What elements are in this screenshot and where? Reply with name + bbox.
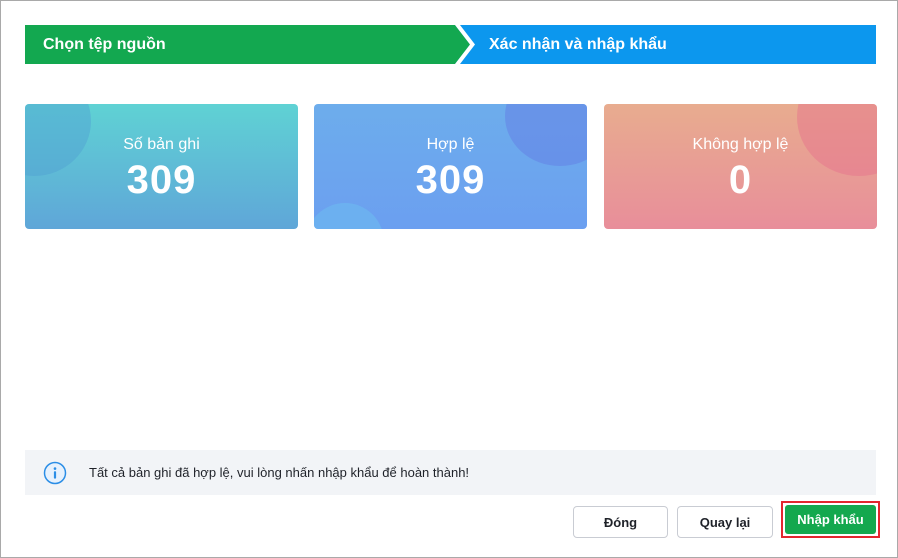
import-stepper: Chọn tệp nguồn Xác nhận và nhập khẩu bbox=[25, 25, 876, 64]
decorative-circle bbox=[505, 104, 587, 166]
info-message-text: Tất cả bản ghi đã hợp lệ, vui lòng nhấn … bbox=[89, 465, 470, 480]
import-button-highlight: Nhập khẩu bbox=[781, 501, 880, 538]
import-button[interactable]: Nhập khẩu bbox=[785, 505, 876, 534]
info-icon bbox=[43, 461, 67, 484]
total-records-card: Số bản ghi 309 bbox=[25, 104, 298, 229]
info-message-bar: Tất cả bản ghi đã hợp lệ, vui lòng nhấn … bbox=[25, 450, 876, 495]
step-label: Chọn tệp nguồn bbox=[43, 35, 166, 53]
total-records-label: Số bản ghi bbox=[123, 136, 200, 153]
decorative-circle bbox=[314, 203, 384, 229]
import-summary-cards: Số bản ghi 309 Hợp lệ 309 Không hợp lệ 0 bbox=[25, 104, 877, 229]
import-dialog: Chọn tệp nguồn Xác nhận và nhập khẩu Số … bbox=[0, 0, 898, 558]
invalid-records-value: 0 bbox=[728, 158, 753, 202]
valid-records-label: Hợp lệ bbox=[426, 136, 475, 153]
invalid-records-card: Không hợp lệ 0 bbox=[604, 104, 877, 229]
close-button[interactable]: Đóng bbox=[573, 506, 668, 538]
valid-records-card: Hợp lệ 309 bbox=[314, 104, 587, 229]
invalid-records-label: Không hợp lệ bbox=[692, 136, 789, 153]
total-records-value: 309 bbox=[126, 158, 197, 202]
step-select-source-file[interactable]: Chọn tệp nguồn bbox=[25, 25, 477, 64]
valid-records-value: 309 bbox=[415, 158, 486, 202]
step-confirm-and-import[interactable]: Xác nhận và nhập khẩu bbox=[455, 25, 876, 64]
step-label: Xác nhận và nhập khẩu bbox=[489, 35, 667, 53]
back-button[interactable]: Quay lại bbox=[677, 506, 773, 538]
